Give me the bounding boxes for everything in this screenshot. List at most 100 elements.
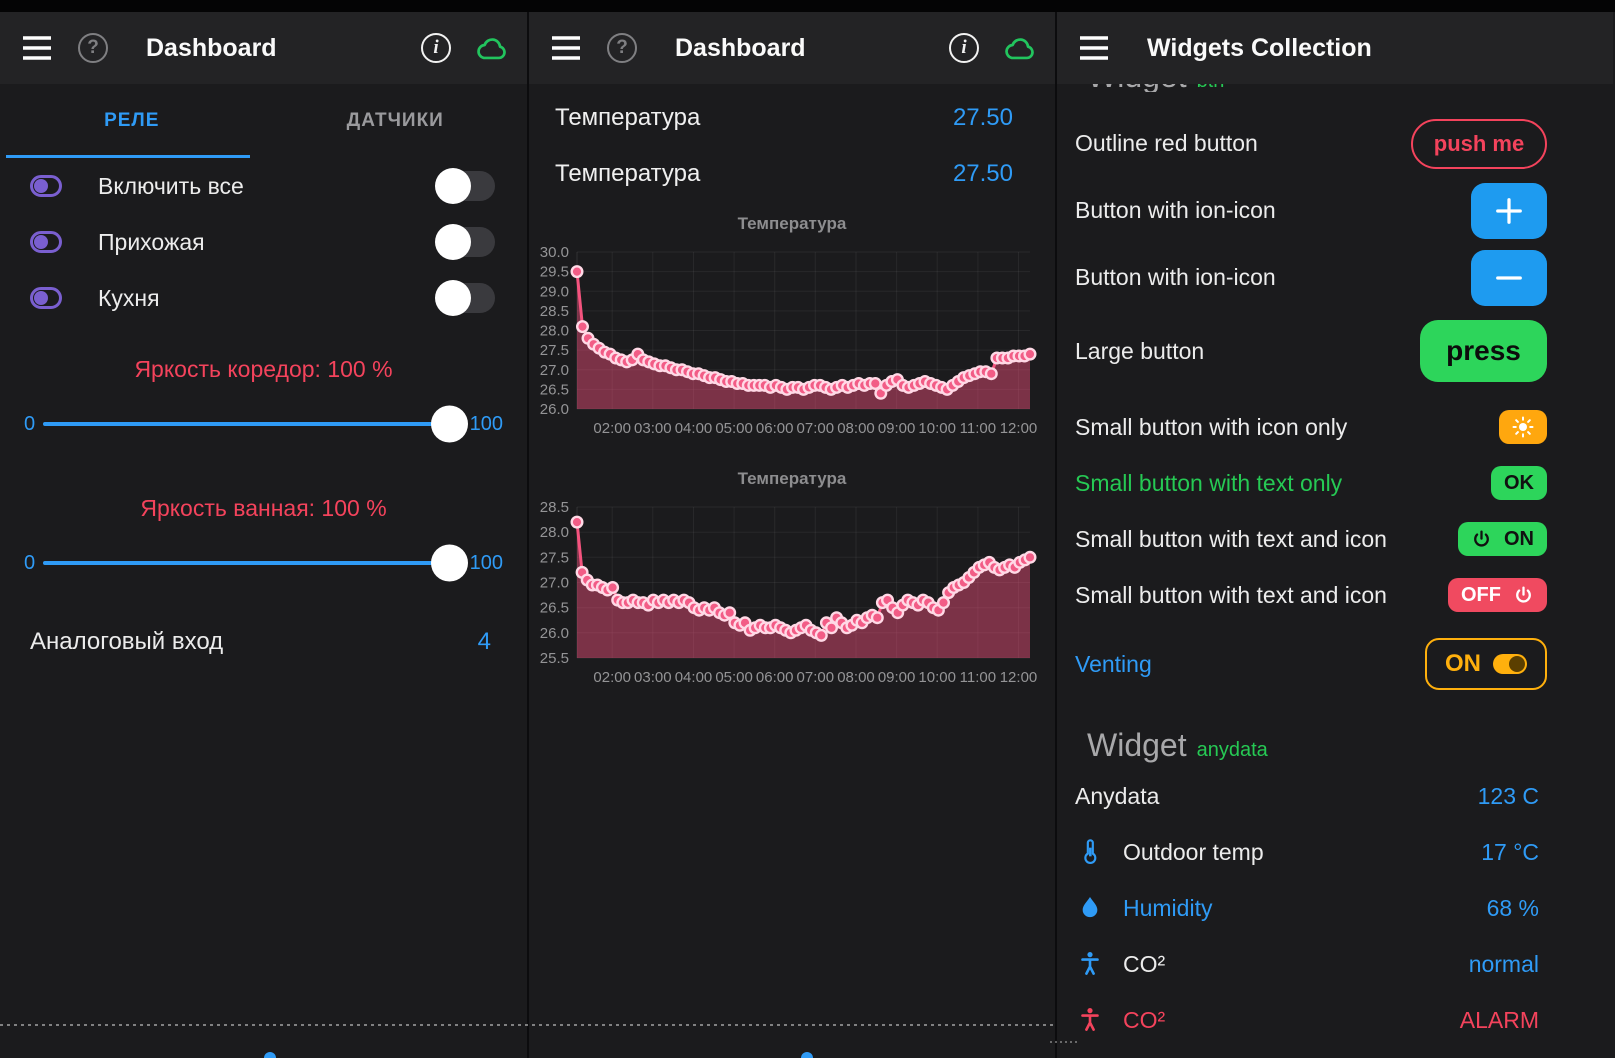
minus-button[interactable] <box>1471 250 1547 306</box>
on-button[interactable]: ON <box>1458 522 1547 556</box>
slider-thumb[interactable] <box>431 545 468 582</box>
press-button[interactable]: press <box>1420 320 1547 382</box>
tab-bar: РЕЛЕ ДАТЧИКИ <box>0 84 527 158</box>
chart-plot: 02:0003:0004:0005:0006:0007:0008:0009:00… <box>529 244 1049 443</box>
widget-label: Venting <box>1075 651 1425 678</box>
svg-text:26.5: 26.5 <box>540 381 569 398</box>
help-icon[interactable]: ? <box>76 31 110 65</box>
push-me-button[interactable]: push me <box>1411 119 1547 169</box>
relay-switch[interactable] <box>437 171 495 201</box>
menu-icon[interactable] <box>549 31 583 65</box>
brightness-slider-bath: 0 100 <box>0 522 527 604</box>
tab-rele[interactable]: РЕЛЕ <box>0 84 264 158</box>
off-button[interactable]: OFF <box>1448 578 1547 612</box>
data-value: 68 % <box>1487 895 1539 922</box>
data-row-co2-normal: CO² normal <box>1057 936 1613 992</box>
svg-text:27.0: 27.0 <box>540 362 569 379</box>
plus-icon <box>1494 196 1524 226</box>
info-icon[interactable]: i <box>419 31 453 65</box>
chart-plot: 02:0003:0004:0005:0006:0007:0008:0009:00… <box>529 499 1049 692</box>
relay-label: Прихожая <box>98 229 437 256</box>
panel-widgets-collection: Widgets Collection Widgetbtn Outline red… <box>1057 0 1613 1058</box>
appbar: ? Dashboard i <box>0 0 527 84</box>
slider-max-label: 100 <box>470 552 503 575</box>
person-icon <box>1075 1006 1105 1034</box>
widget-label: Large button <box>1075 338 1420 365</box>
svg-text:04:00: 04:00 <box>675 669 713 686</box>
svg-text:05:00: 05:00 <box>715 669 753 686</box>
svg-text:10:00: 10:00 <box>918 420 956 437</box>
info-icon[interactable]: i <box>947 31 981 65</box>
menu-icon[interactable] <box>1077 31 1111 65</box>
svg-text:07:00: 07:00 <box>797 420 835 437</box>
svg-text:28.0: 28.0 <box>540 524 569 541</box>
svg-text:12:00: 12:00 <box>1000 420 1038 437</box>
relay-toggle-icon <box>30 287 62 309</box>
widget-row: Small button with text only OK <box>1057 455 1613 511</box>
help-icon[interactable]: ? <box>605 31 639 65</box>
temperature-chart-1: Температура 02:0003:0004:0005:0006:0007:… <box>529 214 1055 443</box>
svg-text:28.0: 28.0 <box>540 323 569 340</box>
svg-text:27.5: 27.5 <box>540 549 569 566</box>
svg-text:29.0: 29.0 <box>540 283 569 300</box>
svg-text:03:00: 03:00 <box>634 669 672 686</box>
venting-button[interactable]: ON <box>1425 638 1547 690</box>
data-value: 17 °C <box>1481 839 1539 866</box>
svg-text:30.0: 30.0 <box>540 244 569 261</box>
data-row-humidity: Humidity 68 % <box>1057 880 1613 936</box>
sensor-value: 27.50 <box>953 104 1013 132</box>
relay-toggle-icon <box>30 231 62 253</box>
data-row-anydata: Anydata 123 C <box>1057 768 1613 824</box>
relay-label: Кухня <box>98 285 437 312</box>
svg-text:10:00: 10:00 <box>918 669 956 686</box>
slider-track[interactable] <box>43 422 462 426</box>
data-label: CO² <box>1123 1007 1460 1034</box>
widget-row: Large button press <box>1057 311 1613 391</box>
data-label: Anydata <box>1075 783 1478 810</box>
data-label: Outdoor temp <box>1123 839 1481 866</box>
svg-text:25.5: 25.5 <box>540 650 569 667</box>
tab-rele-label: РЕЛЕ <box>104 110 159 132</box>
slider-thumb[interactable] <box>431 406 468 443</box>
ok-button[interactable]: OK <box>1491 466 1547 500</box>
widget-label: Button with ion-icon <box>1075 197 1471 224</box>
tab-datchiki[interactable]: ДАТЧИКИ <box>264 84 528 158</box>
svg-text:09:00: 09:00 <box>878 669 916 686</box>
relay-label: Включить все <box>98 173 437 200</box>
dashed-separator-fragment <box>1050 1041 1078 1043</box>
relay-switch[interactable] <box>437 283 495 313</box>
relay-row: Прихожая <box>0 214 527 270</box>
menu-icon[interactable] <box>20 31 54 65</box>
relay-row: Кухня <box>0 270 527 326</box>
tab-datchiki-label: ДАТЧИКИ <box>347 110 444 132</box>
temperature-chart-2: Температура 02:0003:0004:0005:0006:0007:… <box>529 469 1055 692</box>
plus-button[interactable] <box>1471 183 1547 239</box>
slider-track[interactable] <box>43 561 462 565</box>
thermometer-icon <box>1075 839 1105 865</box>
widget-label: Small button with text and icon <box>1075 526 1458 553</box>
relay-switch[interactable] <box>437 227 495 257</box>
svg-text:26.0: 26.0 <box>540 401 569 418</box>
person-icon <box>1075 950 1105 978</box>
page-title: Dashboard <box>146 34 419 63</box>
chart-title: Температура <box>529 469 1055 489</box>
widget-row: Small button with text and icon OFF <box>1057 567 1613 623</box>
svg-text:11:00: 11:00 <box>960 420 996 437</box>
widget-label: Small button with text and icon <box>1075 582 1448 609</box>
slider-min-label: 0 <box>24 552 35 575</box>
cloud-icon[interactable] <box>475 31 509 65</box>
svg-text:28.5: 28.5 <box>540 303 569 320</box>
svg-text:09:00: 09:00 <box>878 420 916 437</box>
section-heading-widget-btn: Widgetbtn <box>1087 84 1613 92</box>
slider-label-bath: Яркость ванная: 100 % <box>0 495 527 522</box>
brightness-slider-corridor: 0 100 <box>0 383 527 465</box>
data-value: normal <box>1469 951 1539 978</box>
sun-button[interactable] <box>1499 410 1547 444</box>
widget-label: Small button with icon only <box>1075 414 1499 441</box>
svg-text:02:00: 02:00 <box>593 420 631 437</box>
panel-dashboard-relays: ? Dashboard i РЕЛЕ ДАТЧИКИ В <box>0 0 527 1058</box>
svg-text:11:00: 11:00 <box>960 669 996 686</box>
svg-text:08:00: 08:00 <box>837 420 875 437</box>
sensor-value-row: Температура 27.50 <box>529 146 1055 202</box>
cloud-icon[interactable] <box>1003 31 1037 65</box>
